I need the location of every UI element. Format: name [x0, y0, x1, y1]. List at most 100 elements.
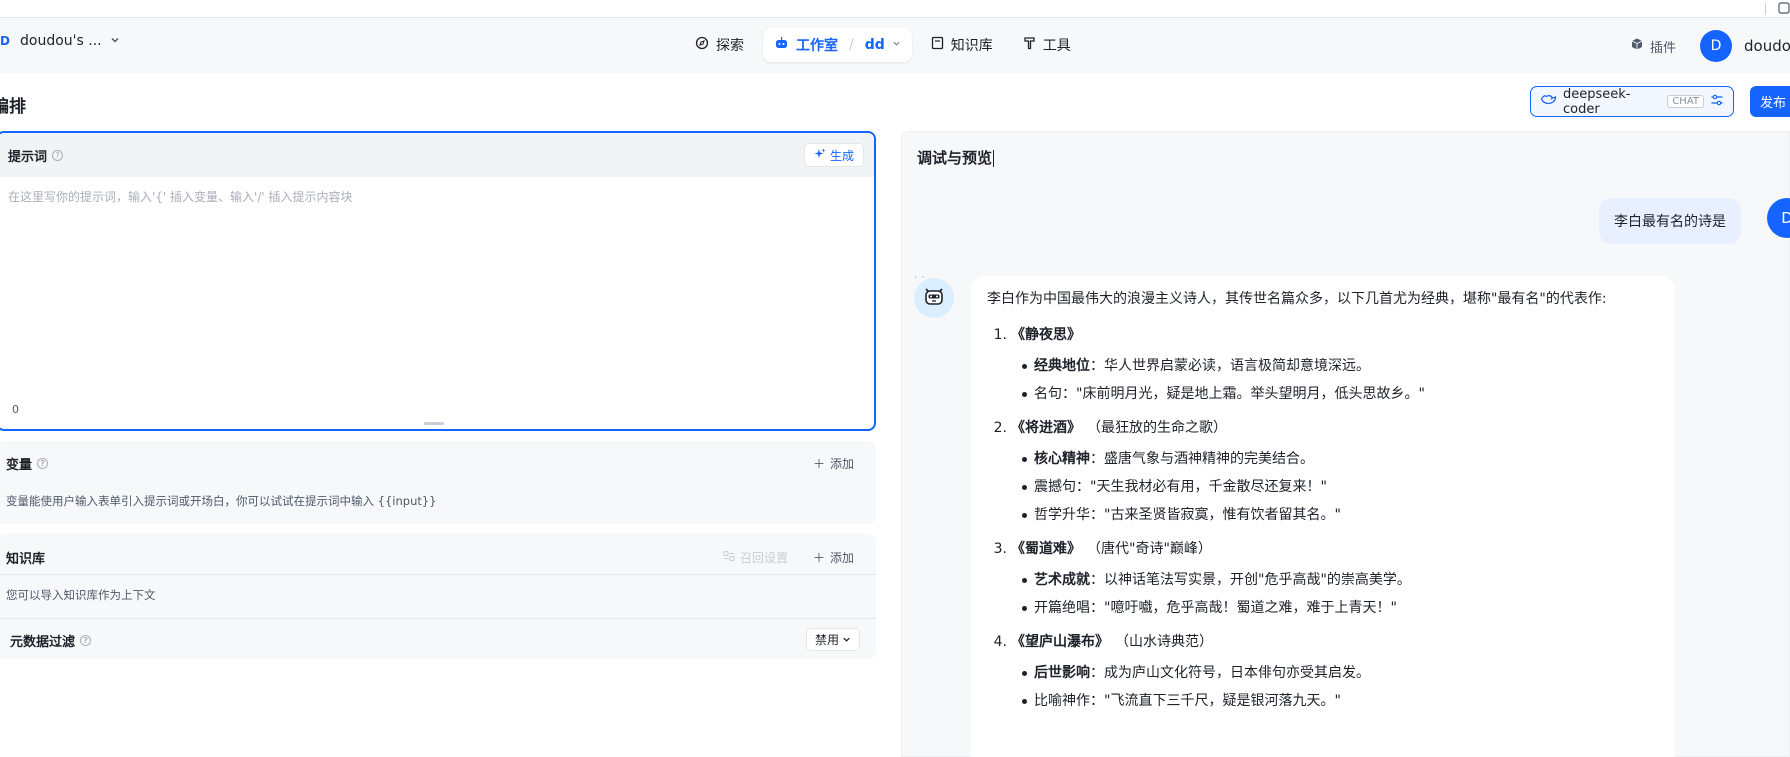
poem-list: 1. 《静夜思》 经典地位 ：华人世界启蒙必读，语言极简却意境深远。 名句："床前明月光…: [987, 324, 1659, 712]
recall-settings-label: 召回设置: [739, 551, 788, 565]
metadata-filter-title: 元数据过滤 ?: [10, 631, 92, 650]
prompt-placeholder[interactable]: 在这里写你的提示词，输入'{' 插入变量、输入'/' 插入提示内容块: [8, 188, 353, 205]
user-avatar[interactable]: D: [1700, 30, 1732, 62]
poem-number: 4.: [993, 634, 1007, 650]
poem-number: 3.: [993, 541, 1007, 557]
book-icon: [931, 36, 944, 54]
poem-bullet: 后世影响 ：成为庐山文化符号，日本俳句亦受其启发。: [1022, 662, 1659, 684]
knowledge-description: 您可以导入知识库作为上下文: [6, 588, 156, 602]
poem-heading: 1. 《静夜思》: [987, 324, 1659, 346]
add-knowledge-button[interactable]: ＋ 添加: [813, 549, 854, 566]
bullet-text: ：华人世界启蒙必读，语言极简却意境深远。: [1090, 358, 1370, 374]
nav-explore-label: 探索: [716, 38, 744, 54]
debug-preview-panel: 调试与预览 李白最有名的诗是 D · · 李白作为中国最伟大的浪漫主义诗人，其传…: [901, 131, 1790, 757]
poem-item: 1. 《静夜思》 经典地位 ：华人世界启蒙必读，语言极简却意境深远。 名句："床前明月光…: [987, 324, 1659, 405]
compass-icon: [695, 36, 709, 54]
poem-heading: 4. 《望庐山瀑布》 （山水诗典范）: [987, 631, 1659, 653]
poem-note: （最狂放的生命之歌）: [1087, 420, 1227, 436]
sparkle-icon: [814, 148, 826, 163]
poem-note: （山水诗典范）: [1115, 634, 1213, 650]
text-caret: [993, 150, 995, 167]
robot-icon: [774, 36, 789, 54]
bullet-text: ：成为庐山文化符号，日本俳句亦受其启发。: [1090, 665, 1370, 681]
add-variable-label: 添加: [829, 457, 854, 471]
user-message: 李白最有名的诗是: [1599, 198, 1741, 244]
bot-answer: 李白作为中国最伟大的浪漫主义诗人，其传世名篇众多，以下几首尤为经典，堪称"最有名…: [971, 276, 1675, 757]
help-icon[interactable]: ?: [52, 149, 64, 161]
poem-bullet: 震撼句："天生我材必有用，千金散尽还复来！": [1022, 476, 1659, 498]
nav-knowledge[interactable]: 知识库: [920, 28, 1004, 62]
model-tag: CHAT: [1667, 95, 1704, 108]
knowledge-label: 知识库: [6, 552, 46, 567]
poem-item: 3. 《蜀道难》 （唐代"奇诗"巅峰） 艺术成就 ：以神话笔法写实景，开创"危乎高哉"的…: [987, 538, 1659, 619]
poem-heading: 3. 《蜀道难》 （唐代"奇诗"巅峰）: [987, 538, 1659, 560]
main-nav: 探索 工作室 / dd 知识库 工具: [684, 28, 1082, 62]
answer-intro: 李白作为中国最伟大的浪漫主义诗人，其传世名篇众多，以下几首尤为经典，堪称"最有名…: [987, 291, 1607, 307]
nav-studio-app[interactable]: dd: [865, 37, 885, 53]
divider: [1765, 3, 1766, 15]
generate-button[interactable]: 生成: [803, 143, 864, 167]
chevron-down-icon: [842, 633, 851, 647]
preview-title-text: 调试与预览: [917, 149, 993, 167]
poem-title: 《蜀道难》: [1011, 541, 1081, 557]
poem-bullet: 经典地位 ：华人世界启蒙必读，语言极简却意境深远。: [1022, 355, 1659, 377]
resize-handle[interactable]: [424, 422, 444, 425]
publish-button[interactable]: 发布: [1750, 86, 1790, 117]
bullet-key: 核心精神: [1034, 451, 1090, 467]
poem-bullets: 艺术成就 ：以神话笔法写实景，开创"危乎高哉"的崇高美学。开篇绝唱："噫吁嚱，危乎…: [987, 569, 1659, 619]
add-variable-button[interactable]: ＋ 添加: [813, 455, 854, 472]
poem-title: 《望庐山瀑布》: [1011, 634, 1109, 650]
poem-title: 《静夜思》: [1011, 327, 1081, 343]
poem-bullets: 后世影响 ：成为庐山文化符号，日本俳句亦受其启发。 比喻神作："飞流直下三千尺，疑是…: [987, 662, 1659, 712]
bullet-text: ：以神话笔法写实景，开创"危乎高哉"的崇高美学。: [1090, 572, 1411, 588]
bullet-text: 开篇绝唱："噫吁嚱，危乎高哉！蜀道之难，难于上青天！": [1034, 600, 1397, 616]
metadata-filter-select[interactable]: 禁用: [805, 628, 860, 651]
bot-face-icon: [922, 284, 946, 312]
user-name[interactable]: doudou: [1744, 37, 1790, 55]
chevron-down-icon: [892, 39, 901, 51]
recall-settings-button[interactable]: 召回设置: [723, 549, 788, 566]
sliders-icon[interactable]: [1710, 93, 1724, 111]
top-navbar: D doudou's ... 探索 工作室 / dd 知识库 工具 插件 D d…: [0, 18, 1790, 73]
chevron-down-icon: [110, 35, 120, 48]
metadata-filter-value: 禁用: [814, 633, 839, 647]
poem-bullet: 艺术成就 ：以神话笔法写实景，开创"危乎高哉"的崇高美学。: [1022, 569, 1659, 591]
prompt-editor[interactable]: 提示词 ? 生成 在这里写你的提示词，输入'{' 插入变量、输入'/' 插入提示…: [0, 131, 876, 431]
divider: [0, 574, 876, 575]
poem-bullets: 经典地位 ：华人世界启蒙必读，语言极简却意境深远。 名句："床前明月光，疑是地上霜。…: [987, 355, 1659, 405]
nav-studio-label: 工作室: [796, 38, 838, 54]
poem-bullet: 名句："床前明月光，疑是地上霜。举头望明月，低头思故乡。": [1022, 383, 1659, 405]
help-icon[interactable]: ?: [80, 635, 92, 646]
add-knowledge-label: 添加: [829, 551, 854, 565]
bullet-key: 经典地位: [1034, 358, 1090, 374]
nav-explore[interactable]: 探索: [684, 28, 755, 62]
poem-bullet: 比喻神作："飞流直下三千尺，疑是银河落九天。": [1022, 690, 1659, 712]
nav-tools[interactable]: 工具: [1012, 28, 1082, 62]
bot-avatar: [914, 278, 954, 318]
poem-title: 《将进酒》: [1011, 420, 1081, 436]
poem-bullet: 开篇绝唱："噫吁嚱，危乎高哉！蜀道之难，难于上青天！": [1022, 597, 1659, 619]
workspace-name: doudou's ...: [20, 33, 102, 49]
top-strip: [0, 0, 1790, 18]
whale-icon: [1540, 93, 1557, 111]
char-counter: 0: [12, 403, 19, 416]
variables-card: 变量 ? ＋ 添加 变量能使用户输入表单引入提示词或开场白，你可以试试在提示词中…: [0, 441, 876, 524]
knowledge-card: 知识库 召回设置 ＋ 添加 您可以导入知识库作为上下文 元数据过滤 ? 禁用: [0, 534, 876, 659]
nav-knowledge-label: 知识库: [950, 38, 993, 54]
variables-label: 变量: [6, 458, 33, 473]
nav-tools-label: 工具: [1042, 38, 1071, 54]
bullet-key: 艺术成就: [1034, 572, 1090, 588]
generate-label: 生成: [829, 148, 854, 163]
settings-icon: [723, 550, 735, 565]
help-icon[interactable]: ?: [37, 458, 49, 469]
poem-bullet: 哲学升华："古来圣贤皆寂寞，惟有饮者留其名。": [1022, 504, 1659, 526]
plugin-link[interactable]: 插件: [1630, 37, 1676, 56]
model-selector[interactable]: deepseek-coder CHAT: [1530, 86, 1734, 117]
workspace-switcher[interactable]: D doudou's ...: [0, 33, 120, 49]
poem-note: （唐代"奇诗"巅峰）: [1087, 541, 1212, 557]
prompt-label: 提示词: [8, 149, 48, 165]
nav-studio[interactable]: 工作室 / dd: [763, 28, 912, 62]
preview-title: 调试与预览: [917, 147, 995, 168]
poem-bullets: 核心精神 ：盛唐气象与酒神精神的完美结合。 震撼句："天生我材必有用，千金散尽还复来…: [987, 448, 1659, 526]
model-name: deepseek-coder: [1563, 86, 1631, 117]
